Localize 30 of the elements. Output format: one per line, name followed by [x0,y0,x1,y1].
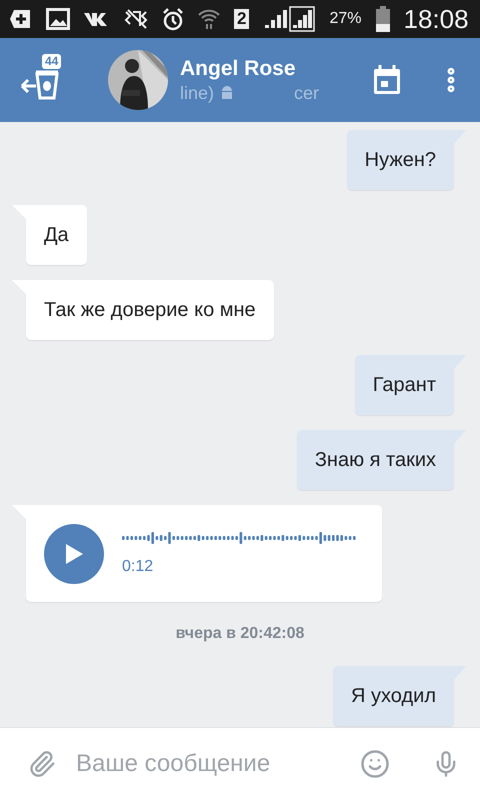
vk-icon [84,12,110,26]
image-icon [46,8,70,30]
date-separator: вчера в 20:42:08 [176,624,304,644]
message-composer[interactable]: Ваше сообщение [0,727,480,800]
battery-percent: 27% [329,10,362,28]
status-text: line) [180,82,214,104]
battery-icon [376,6,390,32]
emoji-icon[interactable] [360,749,390,779]
play-icon [64,542,84,564]
unread-badge: 44 [42,54,62,69]
message-bubble: Гарант [354,355,454,415]
sim-slot-label: 2 [234,9,250,29]
contact-name: Angel Rose [180,56,297,80]
calendar-icon[interactable] [372,64,402,96]
clock-time: 18:08 [404,4,469,34]
message-input[interactable]: Ваше сообщение [74,749,342,779]
message-bubble: Нужен? [346,130,454,190]
signal-icon [263,6,316,32]
alarm-icon [162,7,184,31]
message-bubble: Да [26,205,87,265]
android-icon [220,85,234,101]
wifi-icon [198,8,220,30]
message-bubble: Так же доверие ко мне [26,280,274,340]
add-icon [10,8,32,30]
attach-icon[interactable] [28,750,56,778]
voice-duration: 0:12 [122,558,154,576]
vibrate-off-icon [124,8,148,30]
message-bubble: Знаю я таких [296,430,454,490]
status-text: cer [294,82,320,104]
message-bubble: Я уходил [333,666,454,726]
